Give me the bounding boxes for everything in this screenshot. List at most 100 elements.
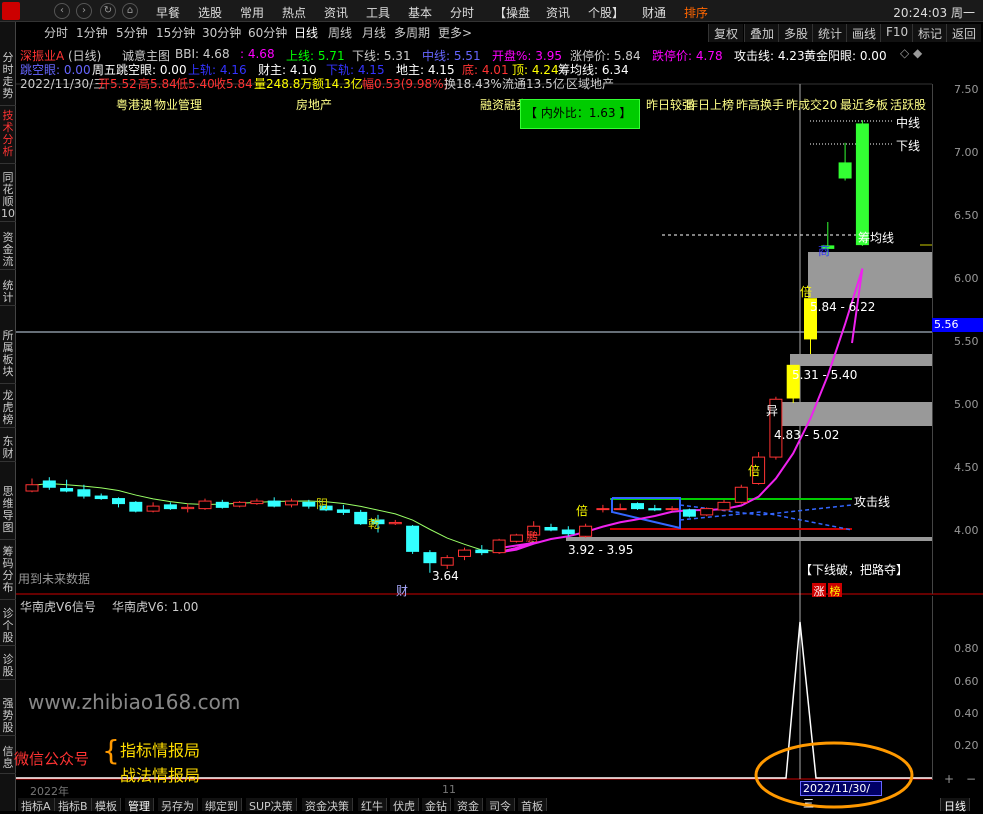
label-xiaxian: 下线 [896, 139, 921, 153]
period-monthly[interactable]: 月线 [362, 24, 386, 41]
menu-paixu[interactable]: 排序 [684, 4, 708, 21]
sub-tick-040: 0.40 [954, 707, 979, 720]
sub-tick-060: 0.60 [954, 675, 979, 688]
period-fenshi[interactable]: 分时 [44, 24, 68, 41]
zoom-out-icon[interactable]: − [966, 772, 976, 786]
candle-body [509, 534, 523, 542]
candle-body [561, 529, 575, 535]
period-30min[interactable]: 30分钟 [202, 24, 241, 41]
menu-changyong[interactable]: 常用 [240, 4, 264, 21]
sidebar-tab-zhengegu[interactable]: 诊个股 [0, 606, 16, 646]
label-range1: 5.84 - 6.22 [810, 300, 876, 314]
menu-gegu[interactable]: 个股】 [588, 4, 624, 21]
sidebar-tab-ths[interactable]: 同花顺10 [0, 170, 16, 222]
sidebar-tab-fenshi[interactable]: 分时走势 [0, 50, 16, 106]
badge-bang: 榜 [828, 583, 842, 598]
forward-icon[interactable]: › [76, 3, 92, 19]
footer-tab-guanli[interactable]: 管理 [125, 798, 154, 813]
btn-fanhui[interactable]: 返回 [946, 24, 982, 42]
settings-diamond-icon[interactable]: ◇ ◆ [900, 46, 922, 60]
btn-biaoji[interactable]: 标记 [912, 24, 948, 42]
footer-tab-sup[interactable]: SUP决策 [246, 798, 297, 813]
sub-indicator-name[interactable]: 华南虎V6信号 [20, 598, 96, 615]
sidebar-tab-jishu[interactable]: 技术分析 [0, 108, 16, 164]
period-weekly[interactable]: 周线 [328, 24, 352, 41]
footer-tab-muban[interactable]: 模板 [92, 798, 121, 813]
bar-amount: 额14.3亿 [312, 77, 363, 91]
candle-body [682, 509, 696, 517]
btn-huaxian[interactable]: 画线 [846, 24, 882, 42]
candle-body [855, 123, 869, 246]
footer-tab-zijin[interactable]: 资金 [454, 798, 483, 813]
candle-body [544, 526, 558, 531]
sidebar-tab-siwei[interactable]: 思维导图 [0, 484, 16, 540]
sidebar-tab-zijin[interactable]: 资金流 [0, 230, 16, 270]
sidebar-tab-dongcai[interactable]: 东财 [0, 434, 16, 462]
candle-body [302, 501, 316, 507]
menu-caitong[interactable]: 财通 [642, 4, 666, 21]
sidebar-tab-bankuai[interactable]: 所属板块 [0, 328, 16, 384]
sub-indicator-value: 华南虎V6: 1.00 [112, 600, 199, 614]
btn-fuquan[interactable]: 复权 [708, 24, 744, 42]
back-icon[interactable]: ‹ [54, 3, 70, 19]
zoom-in-icon[interactable]: + [944, 772, 954, 786]
sidebar-tab-tongji[interactable]: 统计 [0, 278, 16, 306]
menu-redian[interactable]: 热点 [282, 4, 306, 21]
candle-body [94, 495, 108, 500]
highlight-ellipse [754, 741, 914, 809]
footer-tab-siling[interactable]: 司令 [486, 798, 515, 813]
period-5min[interactable]: 5分钟 [116, 24, 148, 41]
sidebar-tab-qiangshi[interactable]: 强势股 [0, 696, 16, 736]
period-1min[interactable]: 1分钟 [76, 24, 108, 41]
sidebar-tab-zhengu[interactable]: 诊股 [0, 652, 16, 680]
menu-zixun[interactable]: 资讯 [324, 4, 348, 21]
refresh-icon[interactable]: ↻ [100, 3, 116, 19]
btn-duogu[interactable]: 多股 [778, 24, 814, 42]
footer-tab-hongniu[interactable]: 红牛 [358, 798, 387, 813]
btn-tongji[interactable]: 统计 [812, 24, 848, 42]
concept-3: 房地产 [296, 98, 333, 112]
menu-fenshi[interactable]: 分时 [450, 4, 474, 21]
period-multi[interactable]: 多周期 [394, 24, 430, 41]
label-bei-2: 倍 [748, 464, 761, 478]
menu-zaocan[interactable]: 早餐 [156, 4, 180, 21]
label-future: 用到未来数据 [18, 572, 91, 586]
footer-tab-bangdingdao[interactable]: 绑定到 [202, 798, 242, 813]
candle-body [163, 504, 177, 510]
menu-gongju[interactable]: 工具 [366, 4, 390, 21]
btn-diejia[interactable]: 叠加 [744, 24, 780, 42]
label-peng: 鹏 [526, 530, 539, 544]
bar-amplitude: 幅0.53(9.98%) [362, 77, 449, 91]
footer-tab-lingcunwei[interactable]: 另存为 [158, 798, 198, 813]
chip-zone-4 [566, 537, 932, 541]
bar-open: 开5.52 [98, 77, 137, 91]
footer-tab-zhibiaoB[interactable]: 指标B [55, 798, 92, 813]
period-15min[interactable]: 15分钟 [156, 24, 195, 41]
footer-period-label[interactable]: 日线 [940, 798, 970, 813]
concept-10: 活跃股 [890, 98, 927, 112]
sidebar-tab-chouma[interactable]: 筹码分布 [0, 544, 16, 600]
candle-body [250, 500, 264, 505]
period-more[interactable]: 更多> [438, 24, 472, 41]
menu-jiben[interactable]: 基本 [408, 4, 432, 21]
period-daily[interactable]: 日线 [294, 24, 318, 41]
candle-body [285, 500, 298, 506]
menu-zixun2[interactable]: 资讯 [546, 4, 570, 21]
sidebar-tab-longhu[interactable]: 龙虎榜 [0, 388, 16, 428]
footer-tab-zijinjuece[interactable]: 资金决策 [302, 798, 353, 813]
btn-f10[interactable]: F10 [880, 24, 914, 42]
period-60min[interactable]: 60分钟 [248, 24, 287, 41]
footer-tab-shouban[interactable]: 首板 [518, 798, 547, 813]
current-price-tag: 5.56 [932, 318, 983, 332]
menu-xuangu[interactable]: 选股 [198, 4, 222, 21]
footer-tab-zhibiaoA[interactable]: 指标A [18, 798, 55, 813]
label-bei-1: 倍 [800, 285, 813, 299]
home-icon[interactable]: ⌂ [122, 3, 138, 19]
footer-tab-fuhu[interactable]: 伏虎 [390, 798, 419, 813]
price-tick-700: 7.00 [954, 146, 979, 159]
concept-8: 昨成交20 [786, 98, 838, 112]
candle-body [458, 549, 471, 557]
bar-date: 2022/11/30/三 [20, 77, 106, 91]
menu-caopan[interactable]: 【操盘 [494, 4, 530, 21]
footer-tab-jinzuan[interactable]: 金钻 [422, 798, 451, 813]
